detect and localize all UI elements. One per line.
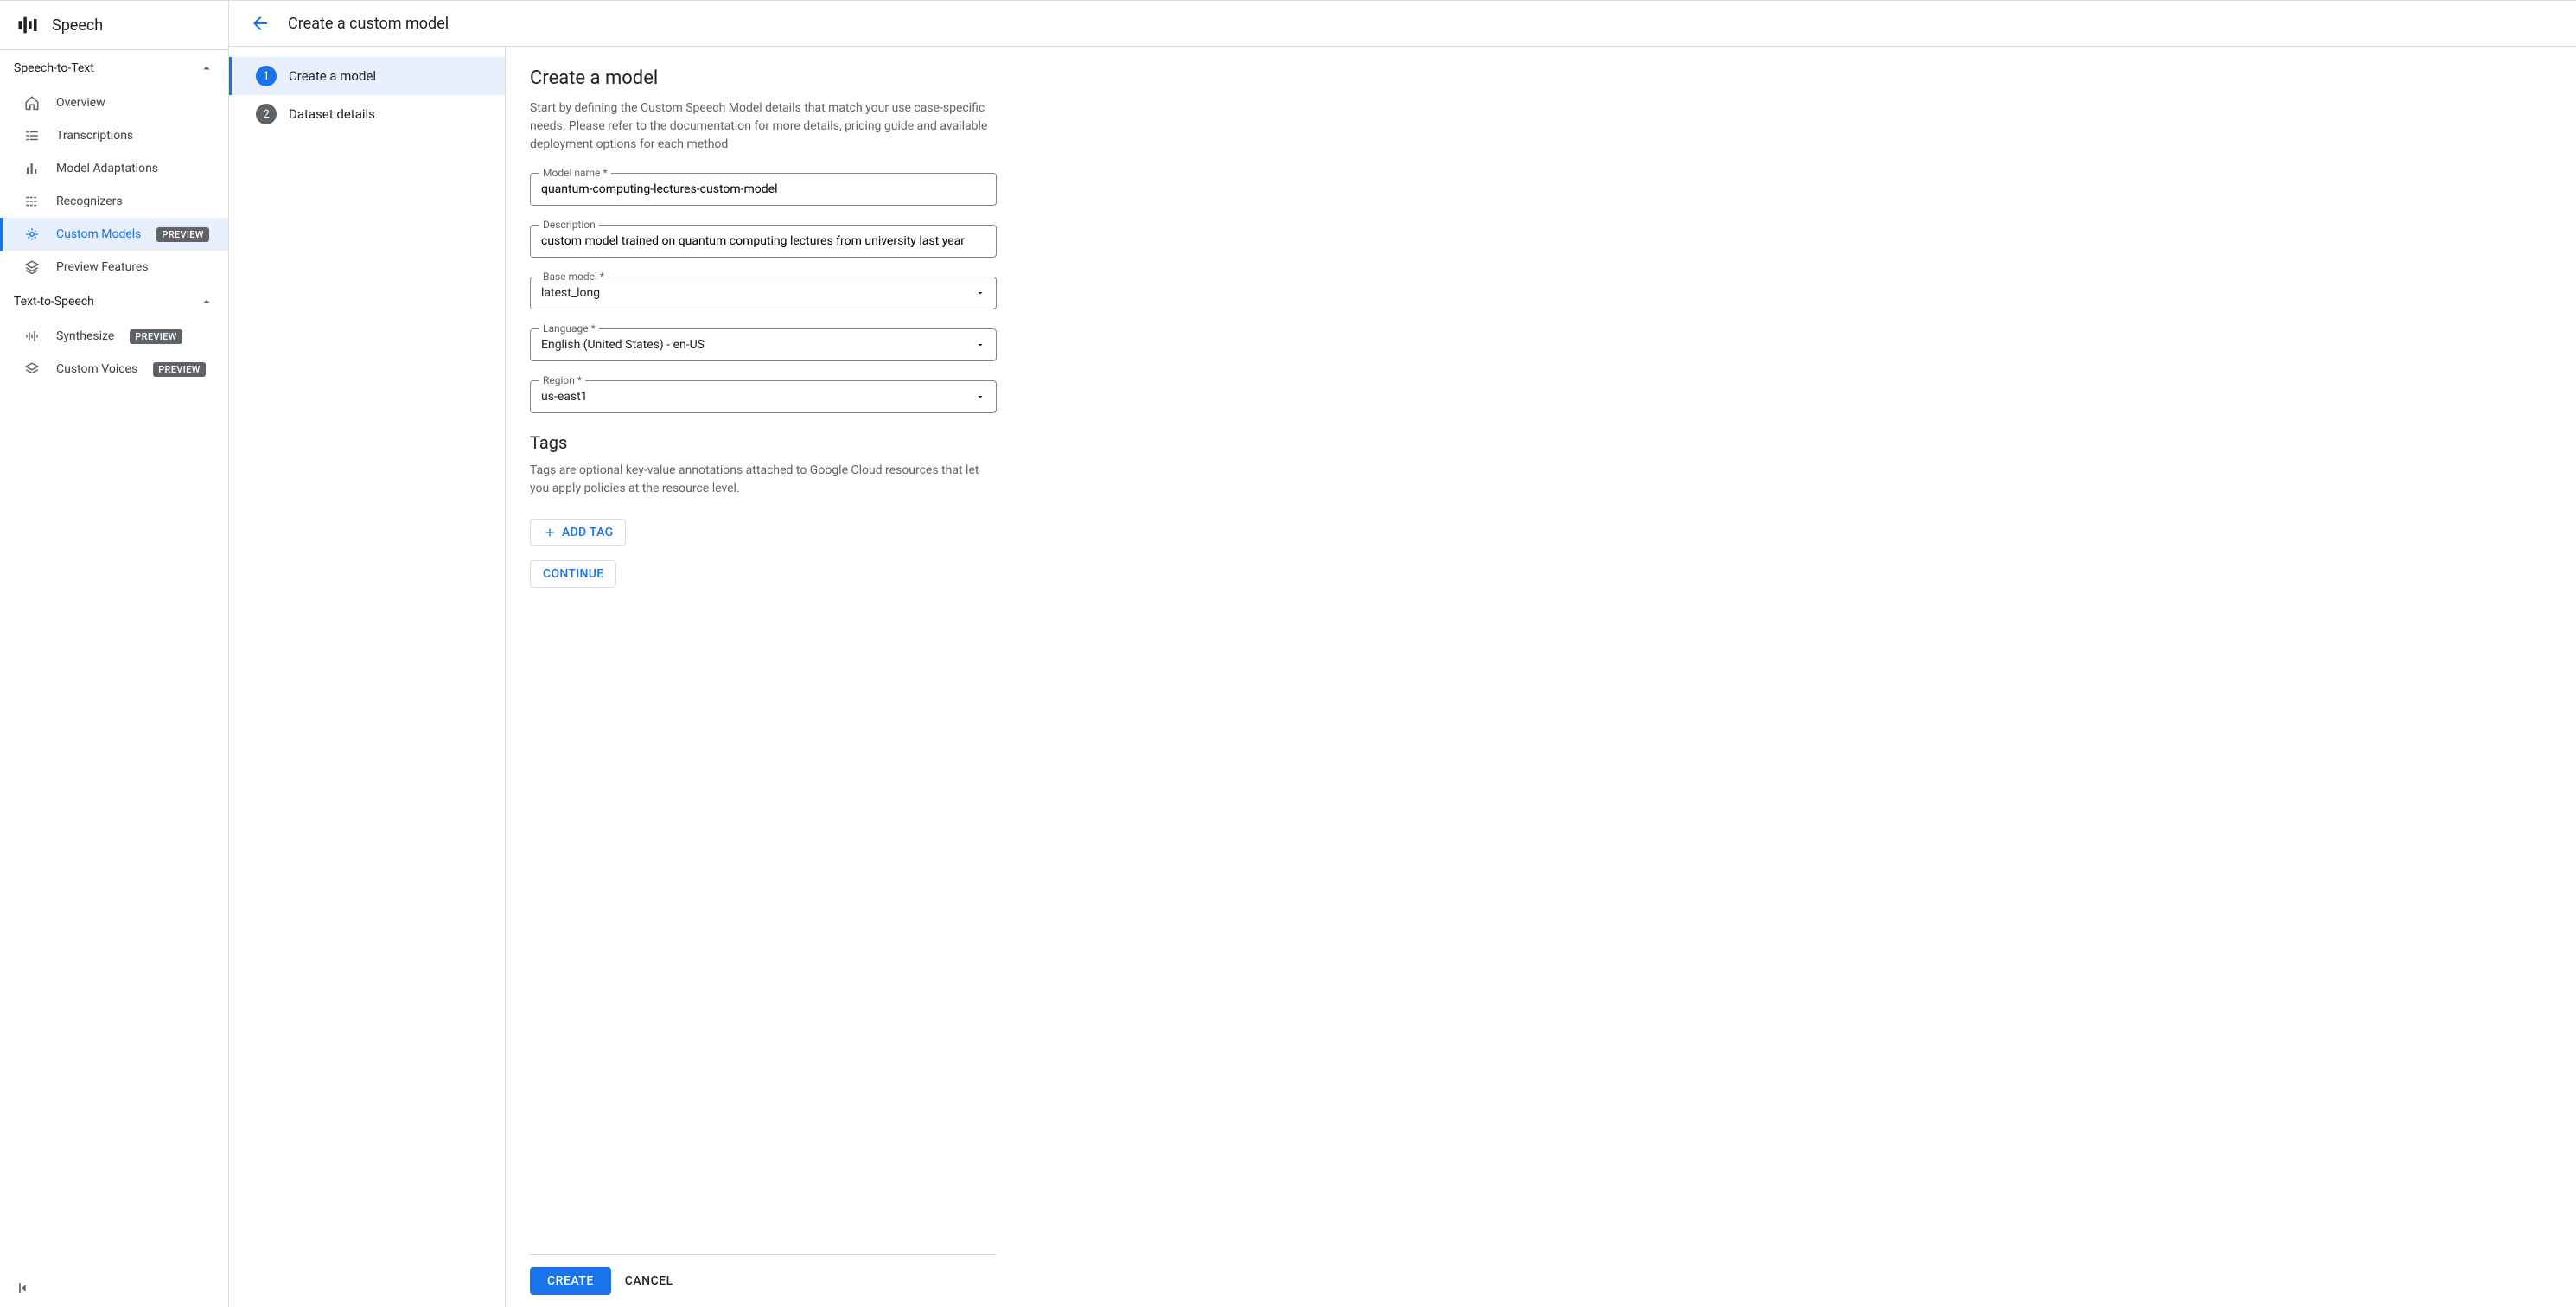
sidebar-item-preview-features[interactable]: Preview Features (0, 251, 228, 284)
sidebar-item-label: Custom Voices (56, 362, 137, 376)
sidebar-item-label: Synthesize (56, 329, 114, 343)
tags-description: Tags are optional key-value annotations … (530, 462, 997, 498)
continue-button[interactable]: CONTINUE (530, 560, 616, 588)
sidebar-title: Speech (52, 16, 103, 35)
sidebar-item-label: Recognizers (56, 194, 123, 208)
description-input[interactable] (531, 226, 996, 257)
dropdown-icon (975, 288, 985, 298)
custom-model-icon (23, 226, 41, 242)
step-create-model[interactable]: 1 Create a model (229, 57, 505, 95)
button-label: ADD TAG (562, 526, 613, 539)
field-label: Language * (539, 322, 599, 335)
sidebar-item-recognizers[interactable]: Recognizers (0, 185, 228, 218)
tags-title: Tags (530, 432, 997, 453)
add-tag-button[interactable]: ADD TAG (530, 519, 626, 546)
select-value: us-east1 (541, 390, 588, 404)
waveform-icon (23, 328, 41, 344)
sidebar-item-custom-voices[interactable]: Custom Voices PREVIEW (0, 353, 228, 386)
chevron-up-icon (199, 294, 214, 309)
create-button[interactable]: CREATE (530, 1267, 611, 1295)
sidebar-header: Speech (0, 1, 228, 50)
step-number: 2 (256, 104, 277, 124)
field-label: Base model * (539, 271, 608, 283)
preview-badge: PREVIEW (156, 227, 208, 242)
plus-icon (543, 526, 557, 539)
dropdown-icon (975, 392, 985, 402)
footer: CREATE CANCEL (530, 1254, 997, 1307)
select-value: English (United States) - en-US (541, 338, 705, 352)
step-number: 1 (256, 66, 277, 86)
main-header: Create a custom model (229, 1, 2576, 47)
language-field: Language * English (United States) - en-… (530, 328, 997, 361)
step-label: Create a model (289, 68, 376, 84)
sidebar-item-label: Preview Features (56, 260, 149, 274)
page-title: Create a custom model (288, 15, 449, 33)
description-field: Description (530, 225, 997, 258)
sidebar-item-transcriptions[interactable]: Transcriptions (0, 119, 228, 152)
sidebar-items-tts: Synthesize PREVIEW Custom Voices PREVIEW (0, 320, 228, 386)
layers-icon (23, 259, 41, 275)
select-value: latest_long (541, 286, 600, 300)
sidebar-item-custom-models[interactable]: Custom Models PREVIEW (0, 218, 228, 251)
bars-icon (23, 161, 41, 176)
language-select[interactable]: English (United States) - en-US (531, 329, 996, 360)
sidebar-item-label: Custom Models (56, 227, 141, 241)
field-label: Model name * (539, 167, 611, 179)
form-title: Create a model (530, 67, 997, 89)
stepper: 1 Create a model 2 Dataset details (229, 47, 506, 1307)
speech-icon (16, 13, 40, 37)
back-arrow-icon[interactable] (250, 13, 271, 34)
sidebar-section-text-to-speech[interactable]: Text-to-Speech (0, 284, 228, 320)
main-body: 1 Create a model 2 Dataset details Creat… (229, 47, 2576, 1307)
form-description: Start by defining the Custom Speech Mode… (530, 99, 997, 154)
content: Create a model Start by defining the Cus… (506, 47, 2576, 1307)
model-name-field: Model name * (530, 173, 997, 206)
field-label: Region * (539, 374, 585, 386)
sidebar-item-model-adaptations[interactable]: Model Adaptations (0, 152, 228, 185)
chevron-up-icon (199, 61, 214, 76)
sidebar-item-overview[interactable]: Overview (0, 86, 228, 119)
region-field: Region * us-east1 (530, 380, 997, 413)
home-icon (23, 95, 41, 111)
section-label: Text-to-Speech (14, 295, 94, 309)
sidebar: Speech Speech-to-Text Overview Transcrip… (0, 1, 229, 1307)
preview-badge: PREVIEW (130, 329, 182, 344)
button-label: CONTINUE (543, 567, 603, 581)
dropdown-icon (975, 340, 985, 350)
preview-badge: PREVIEW (153, 362, 205, 377)
list-icon (23, 128, 41, 143)
sidebar-item-label: Transcriptions (56, 129, 133, 143)
sidebar-items-stt: Overview Transcriptions Model Adaptation… (0, 86, 228, 284)
collapse-sidebar-button[interactable] (16, 1279, 33, 1297)
step-dataset-details[interactable]: 2 Dataset details (229, 95, 505, 133)
cancel-button[interactable]: CANCEL (625, 1267, 673, 1295)
main: Create a custom model 1 Create a model 2… (229, 1, 2576, 1307)
base-model-field: Base model * latest_long (530, 277, 997, 309)
table-icon (23, 194, 41, 209)
sidebar-item-synthesize[interactable]: Synthesize PREVIEW (0, 320, 228, 353)
section-label: Speech-to-Text (14, 61, 94, 75)
layers-icon (23, 361, 41, 377)
sidebar-section-speech-to-text[interactable]: Speech-to-Text (0, 50, 228, 86)
region-select[interactable]: us-east1 (531, 381, 996, 412)
sidebar-item-label: Overview (56, 96, 105, 110)
step-label: Dataset details (289, 106, 375, 122)
sidebar-item-label: Model Adaptations (56, 162, 158, 175)
field-label: Description (539, 219, 599, 231)
